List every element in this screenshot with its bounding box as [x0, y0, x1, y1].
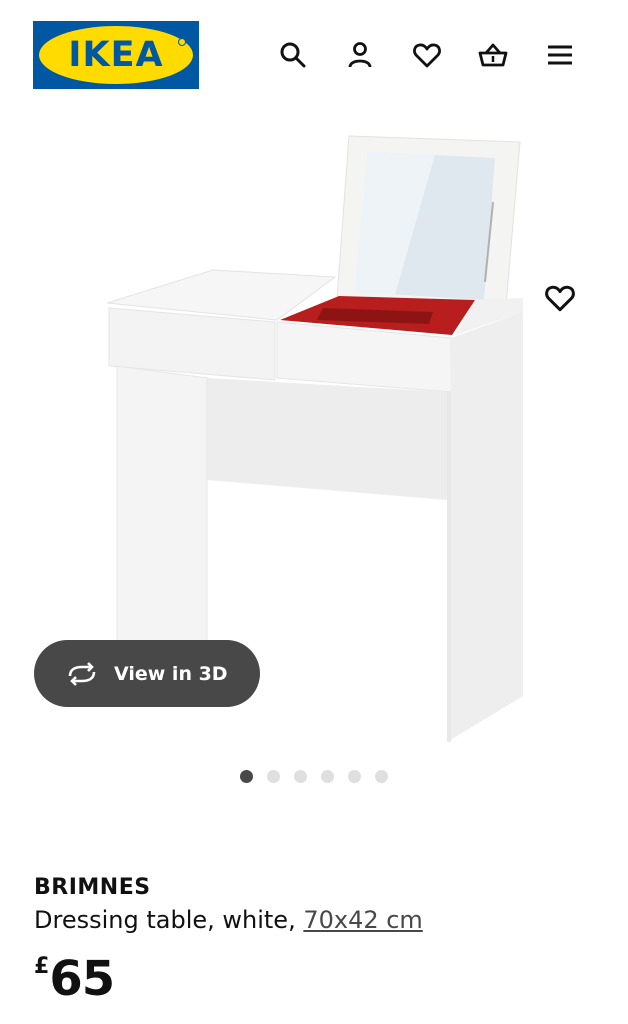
price-currency: £ — [34, 954, 50, 979]
gallery-pagination — [240, 770, 388, 784]
product-price: £ 65 — [34, 952, 594, 1006]
product-info: BRIMNES Dressing table, white, 70x42 cm … — [34, 872, 594, 1006]
heart-icon — [545, 285, 575, 312]
save-to-favourites-button[interactable] — [527, 265, 593, 331]
basket-icon[interactable] — [476, 38, 510, 72]
registered-mark — [178, 38, 186, 46]
product-name: BRIMNES — [34, 875, 151, 900]
favourites-icon[interactable] — [410, 38, 444, 72]
pagination-dot[interactable] — [294, 770, 307, 783]
menu-icon[interactable] — [543, 38, 577, 72]
rotate-3d-icon — [64, 661, 100, 687]
view-in-3d-label: View in 3D — [114, 662, 228, 685]
pagination-dot[interactable] — [240, 770, 253, 783]
ikea-logo[interactable]: IKEA — [33, 21, 199, 89]
pagination-dot[interactable] — [267, 770, 280, 783]
price-amount: 65 — [49, 951, 115, 1007]
pagination-dot[interactable] — [348, 770, 361, 783]
search-icon[interactable] — [276, 38, 310, 72]
product-type-text: Dressing table, white, — [34, 906, 304, 934]
product-description: Dressing table, white, 70x42 cm — [34, 904, 594, 936]
product-size-link[interactable]: 70x42 cm — [303, 906, 422, 934]
pagination-dot[interactable] — [321, 770, 334, 783]
pagination-dot[interactable] — [375, 770, 388, 783]
site-header: IKEA — [0, 0, 628, 110]
view-in-3d-button[interactable]: View in 3D — [34, 640, 260, 707]
account-icon[interactable] — [343, 38, 377, 72]
logo-text: IKEA — [68, 35, 164, 75]
